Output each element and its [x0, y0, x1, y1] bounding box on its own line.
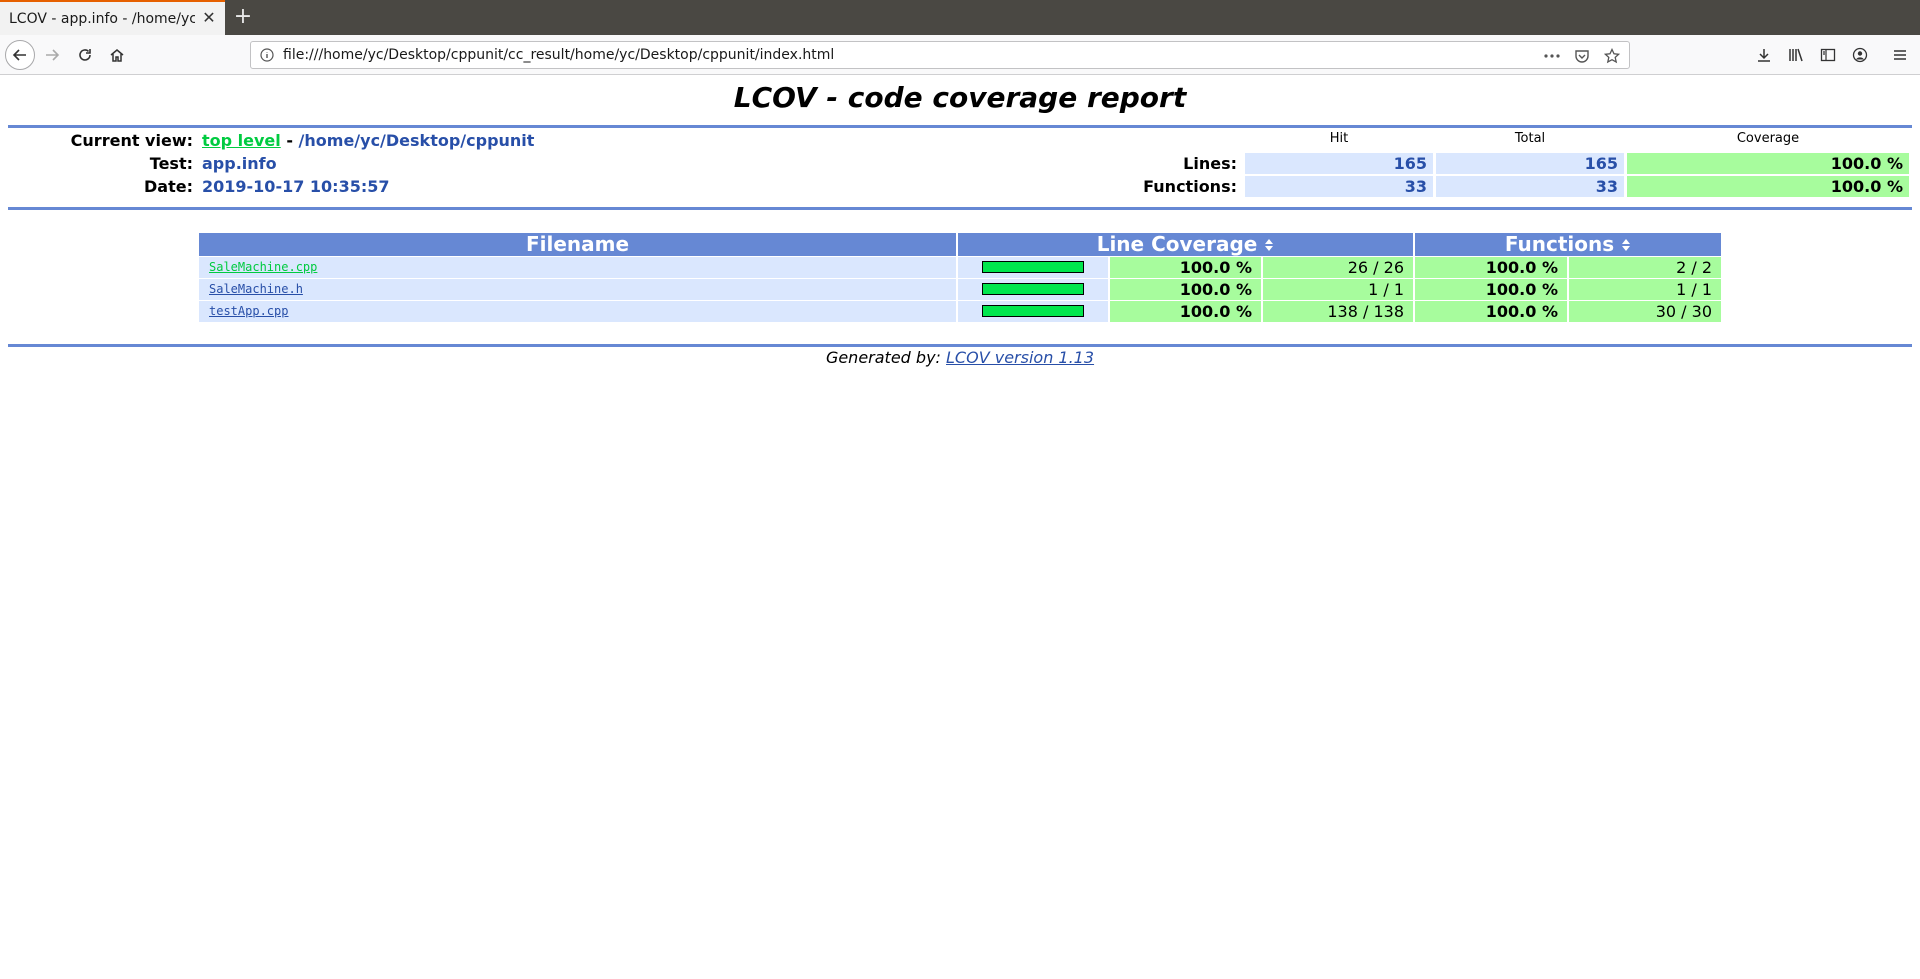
- summary-header-hit: Hit: [1329, 131, 1349, 146]
- coverage-bar-cell: [958, 301, 1108, 322]
- file-link[interactable]: SaleMachine.h: [209, 282, 303, 296]
- summary-ruler: [8, 207, 1912, 210]
- line-coverage-ratio: 138 / 138: [1263, 301, 1413, 322]
- coverage-bar: [982, 283, 1084, 295]
- page-title: LCOV - code coverage report: [733, 81, 1187, 114]
- line-coverage-ratio: 1 / 1: [1263, 279, 1413, 300]
- lcov-version-link[interactable]: LCOV version 1.13: [946, 348, 1094, 367]
- tab-title: LCOV - app.info - /home/yc/: [9, 11, 195, 27]
- coverage-bar-cell: [958, 257, 1108, 278]
- column-header-functions[interactable]: Functions: [1415, 233, 1721, 256]
- back-arrow-icon: [12, 49, 26, 61]
- function-coverage-percent: 100.0 %: [1415, 279, 1567, 300]
- summary-lines-total: 165: [1436, 153, 1624, 174]
- reload-icon: [79, 49, 91, 61]
- line-coverage-ratio: 26 / 26: [1263, 257, 1413, 278]
- footer-ruler: [8, 344, 1912, 347]
- forward-button[interactable]: [38, 41, 66, 69]
- home-button[interactable]: [103, 41, 131, 69]
- current-view-label: Current view:: [70, 131, 193, 150]
- date-value: 2019-10-17 10:35:57: [202, 177, 390, 196]
- file-link[interactable]: SaleMachine.cpp: [209, 260, 317, 274]
- view-separator: -: [280, 131, 299, 150]
- sort-icon[interactable]: [1264, 238, 1274, 252]
- summary-functions-total: 33: [1436, 176, 1624, 197]
- forward-arrow-icon: [46, 49, 60, 61]
- download-icon: [1758, 49, 1770, 62]
- function-coverage-ratio: 30 / 30: [1569, 301, 1721, 322]
- new-tab-icon[interactable]: +: [231, 5, 255, 29]
- coverage-bar-cell: [958, 279, 1108, 300]
- test-value: app.info: [202, 154, 277, 173]
- bookmark-star-icon[interactable]: [1601, 45, 1623, 67]
- navigation-toolbar: file:///home/yc/Desktop/cppunit/cc_resul…: [0, 35, 1920, 75]
- reload-button[interactable]: [71, 41, 99, 69]
- account-icon: [1852, 47, 1868, 63]
- header-ruler: [8, 125, 1912, 128]
- summary-functions-label: Functions:: [1143, 177, 1237, 196]
- summary-lines-label: Lines:: [1183, 154, 1237, 173]
- line-coverage-percent: 100.0 %: [1110, 301, 1261, 322]
- current-view-value: top level - /home/yc/Desktop/cppunit: [202, 131, 534, 150]
- home-icon: [110, 49, 124, 62]
- tab-strip: LCOV - app.info - /home/yc/ ✕ +: [0, 0, 1920, 35]
- pocket-icon[interactable]: [1571, 45, 1593, 67]
- library-icon: [1789, 48, 1803, 62]
- sort-icon[interactable]: [1621, 238, 1631, 252]
- info-icon[interactable]: [260, 48, 274, 62]
- column-header-filename[interactable]: Filename: [199, 233, 956, 256]
- account-button[interactable]: [1846, 41, 1874, 69]
- sidebar-icon: [1820, 48, 1836, 62]
- summary-header-total: Total: [1514, 131, 1546, 146]
- coverage-bar: [982, 305, 1084, 317]
- line-coverage-header-label: Line Coverage: [1096, 232, 1258, 256]
- filename-cell: SaleMachine.h: [199, 279, 956, 300]
- function-coverage-ratio: 2 / 2: [1569, 257, 1721, 278]
- tab-active[interactable]: LCOV - app.info - /home/yc/ ✕: [0, 0, 225, 35]
- filename-cell: SaleMachine.cpp: [199, 257, 956, 278]
- table-row: testApp.cpp 100.0 % 138 / 138 100.0 % 30 / 3…: [199, 301, 1721, 322]
- line-coverage-percent: 100.0 %: [1110, 279, 1261, 300]
- library-button[interactable]: [1782, 41, 1810, 69]
- file-link[interactable]: testApp.cpp: [209, 304, 288, 318]
- line-coverage-percent: 100.0 %: [1110, 257, 1261, 278]
- table-row: SaleMachine.h 100.0 % 1 / 1 100.0 % 1 / 1: [199, 279, 1721, 300]
- column-header-line-coverage[interactable]: Line Coverage: [958, 233, 1413, 256]
- page-actions-icon[interactable]: [1541, 45, 1563, 67]
- url-text[interactable]: file:///home/yc/Desktop/cppunit/cc_resul…: [283, 47, 834, 63]
- menu-button[interactable]: [1886, 41, 1914, 69]
- url-bar[interactable]: file:///home/yc/Desktop/cppunit/cc_resul…: [250, 41, 1630, 69]
- function-coverage-percent: 100.0 %: [1415, 301, 1567, 322]
- downloads-button[interactable]: [1750, 41, 1778, 69]
- summary-lines-hit: 165: [1245, 153, 1433, 174]
- close-tab-icon[interactable]: ✕: [201, 10, 217, 26]
- summary-header-coverage: Coverage: [1736, 131, 1800, 146]
- filename-cell: testApp.cpp: [199, 301, 956, 322]
- page-content: LCOV - code coverage report Current view…: [0, 75, 1920, 979]
- summary-lines-coverage: 100.0 %: [1627, 153, 1909, 174]
- summary-functions-coverage: 100.0 %: [1627, 176, 1909, 197]
- table-row: SaleMachine.cpp 100.0 % 26 / 26 100.0 % 2 / …: [199, 257, 1721, 278]
- top-level-link[interactable]: top level: [202, 131, 281, 150]
- hamburger-menu-icon: [1894, 50, 1906, 60]
- coverage-bar: [982, 261, 1084, 273]
- footer-prefix: Generated by:: [825, 348, 947, 367]
- summary-functions-hit: 33: [1245, 176, 1433, 197]
- functions-header-label: Functions: [1504, 232, 1615, 256]
- current-path: /home/yc/Desktop/cppunit: [298, 131, 535, 150]
- sidebar-button[interactable]: [1814, 41, 1842, 69]
- test-label: Test:: [149, 154, 193, 173]
- date-label: Date:: [144, 177, 193, 196]
- back-button[interactable]: [5, 40, 35, 70]
- function-coverage-percent: 100.0 %: [1415, 257, 1567, 278]
- footer: Generated by: LCOV version 1.13: [0, 348, 1920, 367]
- function-coverage-ratio: 1 / 1: [1569, 279, 1721, 300]
